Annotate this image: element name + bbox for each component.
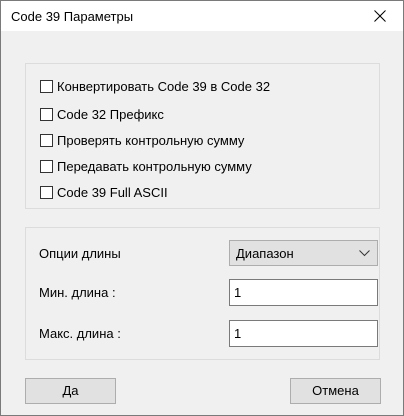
chevron-down-icon: [359, 250, 370, 257]
length-mode-select[interactable]: Диапазон: [229, 240, 378, 266]
code32-prefix-checkbox[interactable]: [40, 107, 53, 121]
title-bar: Code 39 Параметры: [1, 1, 403, 31]
checkbox-label[interactable]: Передавать контрольную сумму: [57, 159, 252, 174]
max-length-input[interactable]: [229, 320, 378, 347]
checkbox-label[interactable]: Проверять контрольную сумму: [57, 133, 244, 148]
checkbox-row-code32-prefix[interactable]: Code 32 Префикс: [40, 105, 164, 123]
length-mode-value: Диапазон: [236, 246, 294, 261]
min-length-input[interactable]: [229, 279, 378, 306]
checkbox-row-full-ascii[interactable]: Code 39 Full ASCII: [40, 183, 168, 201]
close-icon: [374, 10, 386, 22]
code39-settings-dialog: Code 39 Параметры Конвертировать Code 39…: [0, 0, 404, 416]
checkbox-row-transmit-checksum[interactable]: Передавать контрольную сумму: [40, 157, 252, 175]
min-length-label: Мин. длина :: [39, 285, 116, 300]
cancel-button[interactable]: Отмена: [290, 378, 381, 404]
full-ascii-checkbox[interactable]: [40, 185, 53, 199]
ok-button[interactable]: Да: [25, 378, 116, 404]
close-button[interactable]: [357, 1, 403, 31]
max-length-label: Макс. длина :: [39, 326, 121, 341]
window-title: Code 39 Параметры: [11, 9, 134, 24]
checkbox-label[interactable]: Конвертировать Code 39 в Code 32: [57, 79, 270, 94]
checkbox-label[interactable]: Code 39 Full ASCII: [57, 185, 168, 200]
length-options-label: Опции длины: [39, 246, 121, 261]
transmit-checksum-checkbox[interactable]: [40, 159, 53, 173]
options-group: Конвертировать Code 39 в Code 32 Code 32…: [25, 63, 380, 209]
length-group: Опции длины Диапазон Мин. длина : Макс. …: [25, 227, 380, 360]
verify-checksum-checkbox[interactable]: [40, 133, 53, 147]
checkbox-label[interactable]: Code 32 Префикс: [57, 107, 164, 122]
checkbox-row-verify-checksum[interactable]: Проверять контрольную сумму: [40, 131, 244, 149]
convert-to-code32-checkbox[interactable]: [40, 79, 53, 93]
checkbox-row-convert-to-code32[interactable]: Конвертировать Code 39 в Code 32: [40, 77, 270, 95]
